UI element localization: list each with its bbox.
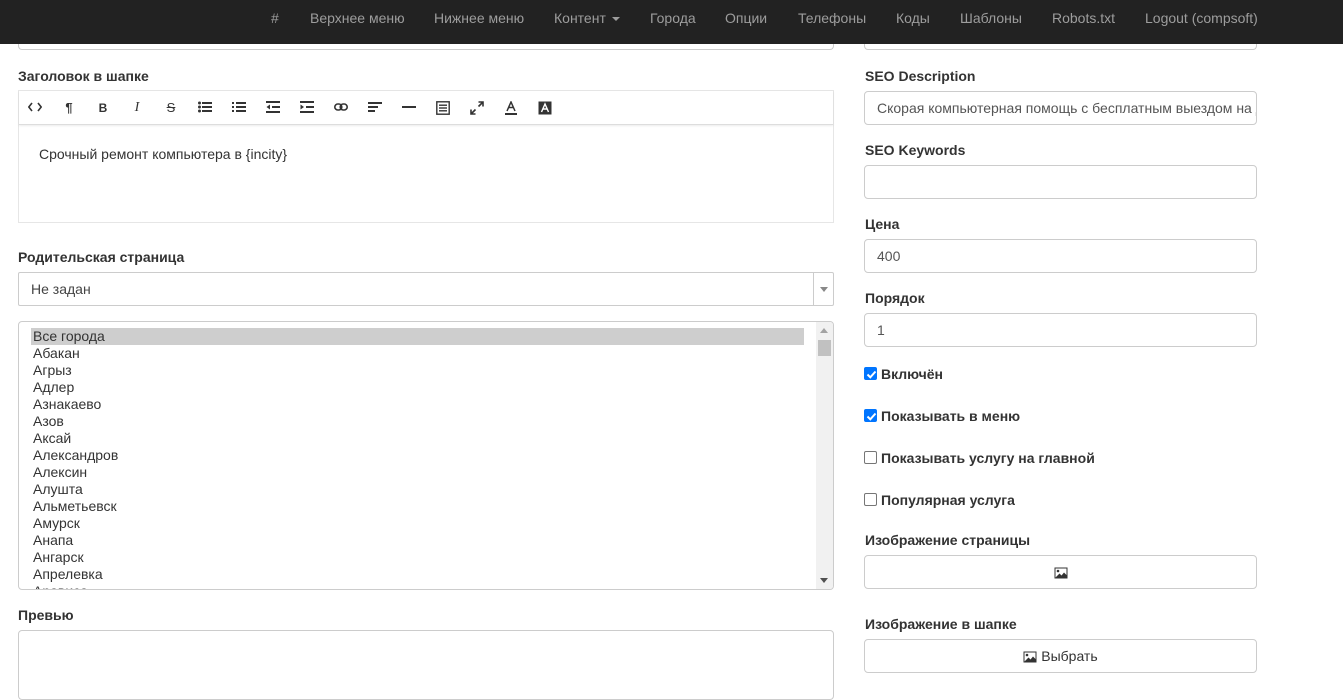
ordered-list-icon[interactable] [228, 98, 250, 118]
italic-icon[interactable]: I [126, 98, 148, 118]
rich-text-editor: ¶ B I S Срочный ремонт компьютера в {inc… [18, 90, 834, 223]
seo-keywords-label: SEO Keywords [865, 142, 966, 158]
list-item[interactable]: Амурск [31, 515, 804, 532]
parent-page-select[interactable]: Не задан [18, 272, 834, 306]
nav-item-content-label: Контент [554, 10, 606, 26]
enabled-label: Включён [881, 366, 943, 382]
code-view-icon[interactable] [24, 98, 46, 118]
cities-listbox[interactable]: Все города Абакан Агрыз Адлер Азнакаево Азов А… [18, 321, 834, 590]
list-item[interactable]: Абакан [31, 345, 804, 362]
paragraph-icon[interactable]: ¶ [58, 98, 80, 118]
unordered-list-icon[interactable] [194, 98, 216, 118]
nav-item-codes[interactable]: Коды [896, 0, 930, 37]
price-label: Цена [865, 216, 900, 232]
parent-page-value: Не задан [31, 281, 91, 297]
nav-item-templates[interactable]: Шаблоны [960, 0, 1022, 37]
image-icon [1023, 648, 1037, 664]
popular-service-label: Популярная услуга [881, 492, 1015, 508]
list-item[interactable]: Адлер [31, 379, 804, 396]
nav-item-cities[interactable]: Города [650, 0, 696, 37]
caret-down-icon [611, 17, 620, 22]
show-in-menu-checkbox[interactable] [864, 409, 877, 422]
list-item[interactable]: Агрыз [31, 362, 804, 379]
image-icon [1054, 564, 1068, 580]
align-left-icon[interactable] [364, 98, 386, 118]
nav-item-options[interactable]: Опции [725, 0, 767, 37]
seo-keywords-input[interactable] [864, 165, 1257, 199]
list-item[interactable]: Апрелевка [31, 566, 804, 583]
list-item[interactable]: Альметьевск [31, 498, 804, 515]
seo-description-input[interactable]: Скорая компьютерная помощь с бесплатным … [864, 91, 1257, 125]
fullscreen-icon[interactable] [466, 98, 488, 118]
list-item[interactable]: Ангарск [31, 549, 804, 566]
select-arrow-box [813, 273, 833, 305]
list-item[interactable]: Алексин [31, 464, 804, 481]
background-color-icon[interactable] [534, 98, 556, 118]
top-navbar: # Верхнее меню Нижнее меню Контент Город… [0, 0, 1343, 44]
seo-description-label: SEO Description [865, 68, 976, 84]
scrollbar-thumb[interactable] [818, 340, 831, 356]
format-icon[interactable] [432, 98, 454, 118]
editor-toolbar: ¶ B I S [19, 91, 833, 125]
order-input[interactable]: 1 [864, 313, 1257, 347]
enabled-checkbox[interactable] [864, 367, 877, 380]
chevron-down-icon [820, 287, 828, 292]
indent-icon[interactable] [296, 98, 318, 118]
scroll-up-arrow-icon[interactable] [820, 328, 828, 333]
horizontal-rule-icon[interactable] [398, 98, 420, 118]
list-item[interactable]: Азнакаево [31, 396, 804, 413]
bold-icon[interactable]: B [92, 98, 114, 118]
choose-header-image-button[interactable]: Выбрать [864, 639, 1257, 673]
order-label: Порядок [865, 290, 925, 306]
text-color-icon[interactable] [500, 98, 522, 118]
nav-item-phones[interactable]: Телефоны [798, 0, 866, 37]
scroll-down-arrow-icon[interactable] [820, 578, 828, 583]
choose-button-label: Выбрать [1041, 648, 1098, 664]
page-image-button[interactable] [864, 555, 1257, 589]
popular-service-checkbox[interactable] [864, 493, 877, 506]
show-in-menu-label: Показывать в меню [881, 408, 1021, 424]
show-on-main-label: Показывать услугу на главной [881, 450, 1095, 466]
price-input[interactable]: 400 [864, 239, 1257, 273]
page-image-label: Изображение страницы [865, 532, 1031, 548]
nav-item-logout[interactable]: Logout (compsoft) [1145, 0, 1258, 37]
nav-item-top-menu[interactable]: Верхнее меню [310, 0, 405, 37]
nav-item-bottom-menu[interactable]: Нижнее меню [434, 0, 524, 37]
nav-item-content-dropdown[interactable]: Контент [554, 0, 620, 37]
editor-content[interactable]: Срочный ремонт компьютера в {incity} [39, 146, 287, 162]
nav-item-robots[interactable]: Robots.txt [1052, 0, 1115, 37]
strikethrough-icon[interactable]: S [160, 98, 182, 118]
preview-textarea[interactable] [18, 630, 834, 700]
list-item[interactable]: Александров [31, 447, 804, 464]
list-item[interactable]: Алушта [31, 481, 804, 498]
parent-page-label: Родительская страница [18, 249, 185, 265]
nav-item-hash[interactable]: # [271, 0, 279, 37]
list-item[interactable]: Арависа [31, 583, 804, 589]
list-item[interactable]: Азов [31, 413, 804, 430]
listbox-scrollbar[interactable] [816, 322, 833, 589]
list-item[interactable]: Аксай [31, 430, 804, 447]
header-image-label: Изображение в шапке [865, 616, 1017, 632]
preview-label: Превью [18, 607, 74, 623]
list-item[interactable]: Все города [31, 328, 804, 345]
list-item[interactable]: Анапа [31, 532, 804, 549]
link-icon[interactable] [330, 98, 352, 118]
header-title-label: Заголовок в шапке [18, 68, 149, 84]
show-on-main-checkbox[interactable] [864, 451, 877, 464]
outdent-icon[interactable] [262, 98, 284, 118]
